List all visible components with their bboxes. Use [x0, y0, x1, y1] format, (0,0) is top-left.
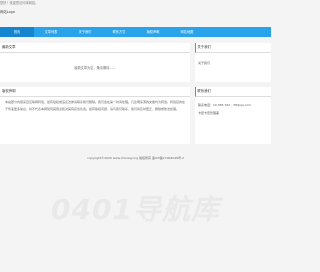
watermark-text: 0401导航库: [51, 193, 220, 226]
site-logo[interactable]: 网站Logo: [0, 9, 15, 14]
contact-phone: 联系电话：10 085 342 - 38@qq.com: [198, 103, 252, 107]
watermark: 0401导航库: [0, 178, 271, 238]
nav-item-copyright[interactable]: 版权声明: [136, 27, 170, 37]
about-link[interactable]: 关于我们: [195, 59, 271, 67]
about-title: 关于我们: [195, 43, 271, 53]
copyright-panel: 版权声明 本站部分内容来自互联网转载，如有侵权或违反法律请联系我们删除。我们会在…: [0, 87, 190, 144]
nav-item-articles[interactable]: 文章列表: [34, 27, 68, 37]
footer-copyright: copyright©2020 www.chinaqy.org 版权所有 备ICP…: [86, 156, 185, 160]
top-welcome-bar: 您好！欢迎您访问本网站。: [0, 1, 39, 5]
contact-panel: 联系我们 联系电话：10 085 342 - 38@qq.com 卡密卡查管理事: [195, 87, 271, 144]
contact-title: 联系我们: [195, 87, 271, 97]
copyright-body: 本站部分内容来自互联网转载，如有侵权或违反法律请联系我们删除。我们会在第一时间处…: [5, 100, 186, 111]
nav-item-home[interactable]: 首页: [0, 27, 34, 37]
about-panel: 关于我们 关于我们: [195, 43, 271, 82]
latest-articles-empty-message: 最新文章为空，敬请期待……: [74, 66, 116, 70]
copyright-title: 版权声明: [0, 87, 190, 97]
latest-articles-title: 最新文章: [0, 43, 190, 53]
main-nav: 首页 文章列表 关于我们 联系方式 版权声明 网站地图: [0, 27, 271, 37]
latest-articles-panel: 最新文章 最新文章为空，敬请期待……: [0, 43, 190, 82]
contact-address: 卡密卡查管理事: [198, 111, 220, 115]
nav-item-about[interactable]: 关于我们: [68, 27, 102, 37]
nav-item-sitemap[interactable]: 网站地图: [170, 27, 204, 37]
nav-item-contact[interactable]: 联系方式: [102, 27, 136, 37]
